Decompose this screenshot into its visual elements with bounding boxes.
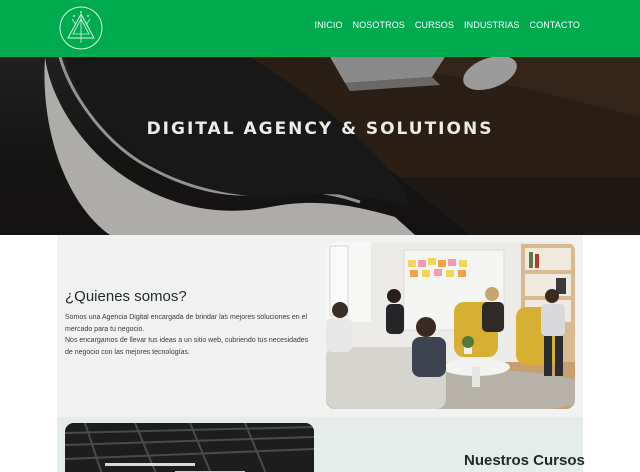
navbar: INICIO NOSOTROS CURSOS INDUSTRIAS CONTAC… [0,0,640,57]
hero-banner: DIGITAL AGENCY & SOLUTIONS [0,57,640,235]
about-description: Somos una Agencia Digital encargada de b… [65,312,317,358]
nav-link-industrias[interactable]: INDUSTRIAS [464,20,520,30]
main-nav: INICIO NOSOTROS CURSOS INDUSTRIAS CONTAC… [314,20,580,30]
nav-link-nosotros[interactable]: NOSOTROS [353,20,405,30]
logo-icon[interactable] [58,5,104,51]
courses-heading: Nuestros Cursos [464,452,585,469]
about-section: ¿Quienes somos? Somos una Agencia Digita… [57,235,583,417]
nav-link-cursos[interactable]: CURSOS [415,20,454,30]
courses-section: Nuestros Cursos [57,417,585,472]
nav-link-contacto[interactable]: CONTACTO [530,20,580,30]
about-paragraph-2: Nos encargamos de llevar tus ideas a un … [65,337,309,356]
nav-link-inicio[interactable]: INICIO [314,20,342,30]
team-meeting-photo [326,242,575,409]
about-paragraph-1: Somos una Agencia Digital encargada de b… [65,314,308,333]
hero-title: DIGITAL AGENCY & SOLUTIONS [146,119,494,139]
hero-background-image [0,57,640,235]
about-heading: ¿Quienes somos? [65,288,187,305]
courses-photo [65,423,314,472]
